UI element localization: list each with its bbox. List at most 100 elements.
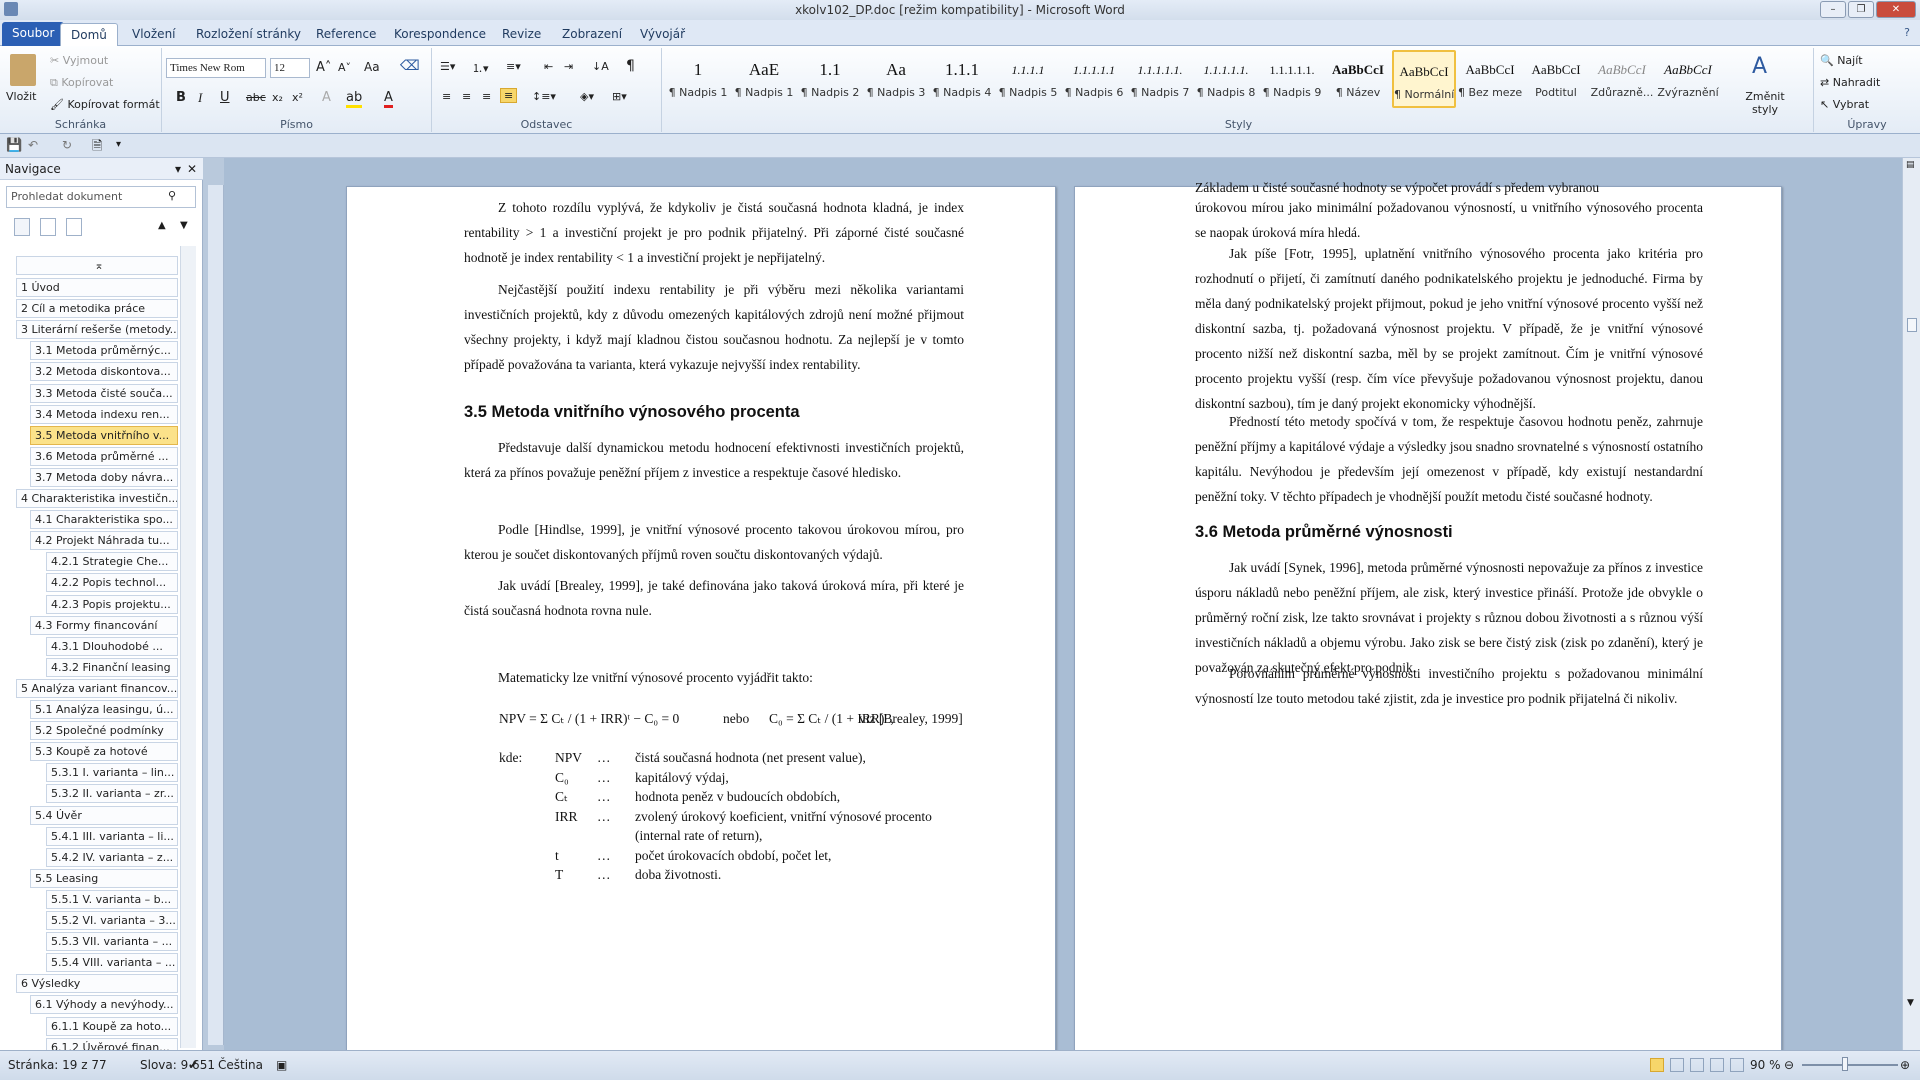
nav-heading-item[interactable]: 4.3.1 Dlouhodobé ...	[46, 636, 178, 656]
align-center-button[interactable]: ≡	[462, 90, 471, 103]
nav-heading-item[interactable]: 6.1.1 Koupě za hoto...	[46, 1016, 178, 1036]
nav-heading-item[interactable]: 5.3 Koupě za hotové	[30, 742, 178, 762]
style-item[interactable]: AaE ¶ Nadpis 1	[732, 50, 796, 108]
zoom-slider-thumb[interactable]	[1842, 1057, 1848, 1071]
select-button[interactable]: ↖ Vybrat	[1820, 98, 1869, 111]
help-icon[interactable]: ?	[1904, 26, 1910, 39]
nav-heading-item[interactable]: 4.1 Charakteristika spo...	[30, 510, 178, 530]
next-heading-icon[interactable]: ▼	[180, 220, 188, 231]
tab-mailings[interactable]: Korespondence	[384, 23, 496, 46]
tab-file[interactable]: Soubor	[2, 22, 65, 46]
nav-heading-item[interactable]: 4.3.2 Finanční leasing	[46, 657, 178, 677]
search-icon[interactable]: ⚲	[168, 189, 176, 202]
language-indicator[interactable]: Čeština	[218, 1051, 263, 1079]
font-name-combo[interactable]: Times New Rom	[166, 58, 266, 78]
tab-insert[interactable]: Vložení	[122, 23, 186, 46]
nav-close-icon[interactable]: ✕	[187, 158, 197, 180]
nav-heading-item[interactable]: 3.5 Metoda vnitřního v...	[30, 425, 178, 445]
font-color-button[interactable]: A	[384, 90, 393, 108]
style-item[interactable]: AaBbCcI ¶ Bez mezer	[1458, 50, 1522, 108]
maximize-button[interactable]: ❐	[1848, 1, 1874, 18]
zoom-out-icon[interactable]: ⊖	[1784, 1051, 1794, 1079]
nav-heading-item[interactable]: 3 Literární rešerše (metody...	[16, 320, 178, 340]
strikethrough-button[interactable]: abc	[246, 91, 266, 104]
style-item[interactable]: 1.1.1 ¶ Nadpis 4	[930, 50, 994, 108]
nav-heading-item[interactable]: 5.3.1 I. varianta – lin...	[46, 763, 178, 783]
subscript-button[interactable]: x₂	[272, 91, 283, 104]
nav-heading-item[interactable]: 3.3 Metoda čisté souča...	[30, 383, 178, 403]
nav-heading-item[interactable]: 5.4.1 III. varianta – li...	[46, 826, 178, 846]
customize-qat-icon[interactable]: ▾	[116, 139, 121, 150]
align-right-button[interactable]: ≡	[482, 90, 491, 103]
justify-button[interactable]: ≡	[500, 88, 518, 103]
close-button[interactable]: ✕	[1876, 1, 1916, 18]
copy-button[interactable]: ⧉ Kopírovat	[50, 76, 113, 90]
shading-button[interactable]: ◈▾	[580, 90, 594, 103]
style-item[interactable]: 1.1.1.1.1. ¶ Nadpis 9	[1260, 50, 1324, 108]
tab-developer[interactable]: Vývojář	[630, 23, 695, 46]
full-screen-view-icon[interactable]	[1670, 1058, 1684, 1072]
style-item[interactable]: AaBbCcI ¶ Normální	[1392, 50, 1456, 108]
nav-heading-item[interactable]: 3.6 Metoda průměrné ...	[30, 446, 178, 466]
numbering-button[interactable]: ⒈▾	[472, 60, 489, 76]
minimize-button[interactable]: –	[1820, 1, 1846, 18]
tab-home[interactable]: Domů	[60, 23, 118, 46]
nav-heading-item[interactable]: 5.2 Společné podmínky	[30, 721, 178, 741]
bold-button[interactable]: B	[176, 90, 186, 105]
cut-button[interactable]: ✂ Vyjmout	[50, 54, 108, 67]
nav-heading-item[interactable]: 6.1 Výhody a nevýhody...	[30, 995, 178, 1015]
page-right[interactable]: Základem u čisté současné hodnoty se výp…	[1074, 180, 1782, 1070]
line-spacing-button[interactable]: ↕≡▾	[532, 90, 556, 103]
nav-heading-item[interactable]: 5.5.3 VII. varianta – ...	[46, 932, 178, 952]
superscript-button[interactable]: x²	[292, 91, 303, 104]
grow-font-button[interactable]: A˄	[316, 60, 331, 75]
show-formatting-marks-button[interactable]: ¶	[626, 58, 635, 74]
proofing-icon[interactable]: ✔	[188, 1051, 198, 1079]
nav-heading-item[interactable]: 4.2.2 Popis technol...	[46, 573, 178, 593]
bullets-button[interactable]: ☰▾	[440, 60, 455, 73]
italic-button[interactable]: I	[198, 90, 202, 106]
macro-icon[interactable]: ▣	[276, 1051, 287, 1079]
nav-heading-item[interactable]: 5.3.2 II. varianta – zr...	[46, 784, 178, 804]
zoom-in-icon[interactable]: ⊕	[1900, 1051, 1910, 1079]
style-item[interactable]: AaBbCcI ¶ Název	[1326, 50, 1390, 108]
shrink-font-button[interactable]: A˅	[338, 61, 351, 74]
nav-heading-item[interactable]: 5.4.2 IV. varianta – z...	[46, 847, 178, 867]
nav-collapse-all[interactable]: ⌅	[16, 256, 178, 275]
nav-heading-item[interactable]: 1 Úvod	[16, 278, 178, 297]
nav-heading-item[interactable]: 5 Analýza variant financov...	[16, 678, 178, 698]
text-effects-button[interactable]: A	[322, 90, 331, 105]
style-item[interactable]: AaBbCcI Zdůrazně...	[1590, 50, 1654, 108]
print-preview-icon[interactable]: 🗎	[92, 137, 102, 159]
find-button[interactable]: 🔍 Najít	[1820, 54, 1863, 67]
nav-heading-item[interactable]: 5.5.1 V. varianta – b...	[46, 889, 178, 909]
scroll-thumb[interactable]	[1907, 318, 1917, 332]
browse-headings-icon[interactable]	[14, 218, 30, 236]
increase-indent-button[interactable]: ⇥	[564, 60, 573, 73]
nav-heading-item[interactable]: 5.5.4 VIII. varianta – ...	[46, 953, 178, 973]
zoom-level[interactable]: 90 %	[1750, 1051, 1781, 1079]
sort-button[interactable]: ↓A	[592, 60, 609, 73]
replace-button[interactable]: ⇄ Nahradit	[1820, 76, 1880, 89]
clear-format-icon[interactable]: ⌫	[400, 58, 420, 74]
nav-heading-item[interactable]: 4.2 Projekt Náhrada tu...	[30, 531, 178, 551]
outline-view-icon[interactable]	[1710, 1058, 1724, 1072]
page-left[interactable]: Z tohoto rozdílu vyplývá, že kdykoliv je…	[346, 186, 1056, 1070]
multilevel-list-button[interactable]: ≡▾	[506, 60, 521, 73]
previous-heading-icon[interactable]: ▲	[158, 220, 166, 231]
nav-heading-item[interactable]: 6 Výsledky	[16, 974, 178, 994]
nav-heading-item[interactable]: 3.4 Metoda indexu ren...	[30, 404, 178, 424]
page-indicator[interactable]: Stránka: 19 z 77	[8, 1051, 107, 1079]
tab-view[interactable]: Zobrazení	[552, 23, 632, 46]
print-layout-view-icon[interactable]	[1650, 1058, 1664, 1072]
nav-heading-item[interactable]: 3.1 Metoda průměrnýc...	[30, 341, 178, 361]
nav-heading-item[interactable]: 4.3 Formy financování	[30, 615, 178, 635]
scroll-down-icon[interactable]: ▼	[1907, 998, 1914, 1008]
format-painter-button[interactable]: 🖌 Kopírovat formát	[50, 98, 160, 111]
nav-heading-item[interactable]: 5.4 Úvěr	[30, 805, 178, 825]
highlight-button[interactable]: ab	[346, 90, 363, 108]
font-size-combo[interactable]: 12	[270, 58, 310, 78]
nav-heading-item[interactable]: 3.2 Metoda diskontova...	[30, 362, 178, 382]
borders-button[interactable]: ⊞▾	[612, 90, 627, 103]
nav-heading-item[interactable]: 2 Cíl a metodika práce	[16, 299, 178, 319]
